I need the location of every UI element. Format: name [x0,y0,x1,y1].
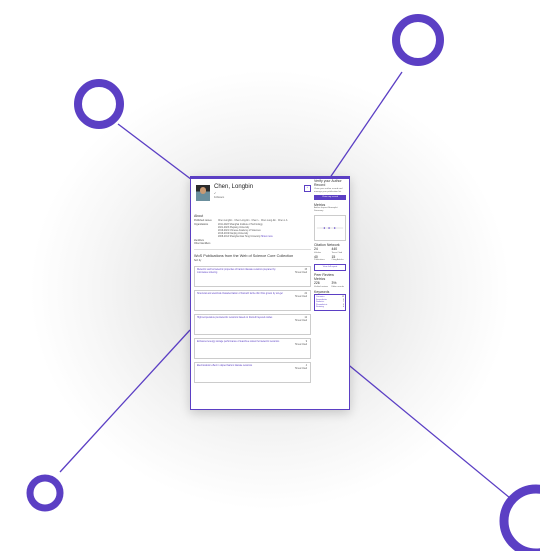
publication-title[interactable]: Dielectric and ferroelectric properties … [197,269,287,275]
publication-item[interactable]: Electrocaloric effect in doped barium ti… [194,362,311,384]
beamplot-chart [314,214,346,241]
keyword-count: 4 [342,306,344,309]
show-more-link[interactable]: Show more [261,236,273,238]
publication-item[interactable]: Dielectric and ferroelectric properties … [194,266,311,288]
metric-label: Editor records [331,285,344,288]
org-name: Shanghai Jiao Tong University [229,235,261,238]
ring-bottom-right [499,484,540,551]
keywords-list: Ceramics 12 Ferroelectric 9 Dielectric 7 Pi… [314,294,346,311]
org-name: Zhejiang University [229,227,250,230]
publications-title: WoS Publications from the Web of Science… [194,253,294,258]
organizations-row: Organizations 2011-2023 Shanghai Institu… [194,224,311,238]
org-year: 2008-2014 [218,235,229,238]
published-names-row: Published names Chen Longbin · Chen Long… [194,220,311,223]
metric-label: Verified reviews [314,285,329,288]
publication-item[interactable]: Enhanced energy storage performance of l… [194,338,311,360]
view-full-report-button[interactable]: View full report [314,263,346,271]
verify-title: Verify your Author Record [314,179,342,188]
metric-item: 3% Editor records [332,281,347,288]
publication-item[interactable]: High-temperature piezoelectric ceramics … [194,314,311,336]
identifiers-label: Identifiers [194,239,204,242]
times-cited: 12 Times Cited [295,317,307,323]
publication-item[interactable]: Structural and electrical characterizati… [194,290,311,312]
avatar [196,185,210,201]
main-column: Chen, Longbin ✔ Followers + About Publis… [194,179,311,386]
claim-record-button[interactable]: Claim my record [314,195,346,200]
cites-label: Times Cited [294,272,307,275]
org-year: 2021-2023 [218,227,229,230]
metric-item: 40 Publications [314,255,329,262]
metric-label: H-Index [314,251,322,254]
about-title: About [194,214,204,218]
profile-header: Chen, Longbin ✔ Followers + [194,181,311,211]
divider [194,249,311,250]
keyword-link[interactable]: Sintering [316,306,324,309]
sidebar: Verify your Author Record Claim your aut… [314,179,346,311]
other-identifiers-row: Other Identifiers [194,243,311,246]
publication-title[interactable]: High-temperature piezoelectric ceramics … [197,317,287,320]
peer-review-metrics: 226 Verified reviews 3% Editor records [314,281,346,288]
verified-icon: ✔ [214,192,217,195]
beamplot-title: Author Impact Beamplot Summary [314,207,338,213]
metric-item: 440 Times Cited [332,247,347,254]
publication-title[interactable]: Enhanced energy storage performance of l… [197,341,287,344]
follow-button[interactable]: + [303,185,311,192]
metric-item: 226 Verified reviews [314,281,329,288]
identifiers-row: Identifiers [194,240,311,243]
org-name: Nanjing University [229,232,249,235]
times-cited: 15 Times Cited [295,269,307,275]
cites-label: Times Cited [294,368,307,371]
author-profile-screenshot: Chen, Longbin ✔ Followers + About Publis… [190,176,350,410]
metric-label: Times Cited [331,251,343,254]
line-bottom-right [344,361,511,499]
beamplot-point [328,227,330,229]
line-top-right [324,71,403,186]
cites-label: Times Cited [294,296,307,299]
cites-label: Times Cited [294,344,307,347]
publication-title[interactable]: Structural and electrical characterizati… [197,293,287,296]
times-cited: 22 Times Cited [295,293,307,299]
line-bottom-left [59,329,191,473]
metric-item: 24 H-Index [314,247,329,254]
author-name: Chen, Longbin [214,184,254,190]
published-names-label: Published names [194,220,212,223]
published-names-value: Chen Longbin · Chen Long-bin · Chen L · … [218,220,288,223]
metric-item: 15 Citing Articles [332,255,347,262]
sort-label[interactable]: Sort by [194,260,216,263]
publication-title[interactable]: Electrocaloric effect in doped barium ti… [197,365,287,368]
other-identifiers-label: Other Identifiers [194,243,211,246]
org-year: 2016-2019 [218,232,229,235]
org-year: 2019-2021 [218,229,229,232]
citation-metrics: 24 H-Index 440 Times Cited 40 Publications … [314,247,346,262]
beamplot-point [333,227,336,229]
beamplot-svg [316,227,344,229]
org-name: Chinese Academy of Sciences [229,229,261,232]
org-year: 2011-2023 [218,224,229,227]
keyword-row[interactable]: Sintering 4 [316,306,344,309]
cites-label: Times Cited [294,320,307,323]
verify-text: Claim your author record and manage your… [314,187,343,193]
ring-bottom-left [26,474,64,512]
times-cited: 4 Times Cited [295,365,307,371]
metric-label: Publications [314,259,325,262]
metric-label: Citing Articles [331,259,344,262]
beamplot-point [323,227,326,229]
org-name: Shanghai Institute of Technology [229,224,263,227]
followers-label: Followers [214,196,225,199]
sort-row: Sort by [194,260,311,263]
peer-review-title: Peer Review Metrics [314,272,334,281]
times-cited: 9 Times Cited [295,341,307,347]
organizations-label: Organizations [194,224,209,227]
org-item: 2008-2014 Shanghai Jiao Tong University … [218,236,311,239]
ring-top-left [74,79,124,129]
organizations-list: 2011-2023 Shanghai Institute of Technolo… [218,224,311,238]
ring-top-right [392,14,444,66]
